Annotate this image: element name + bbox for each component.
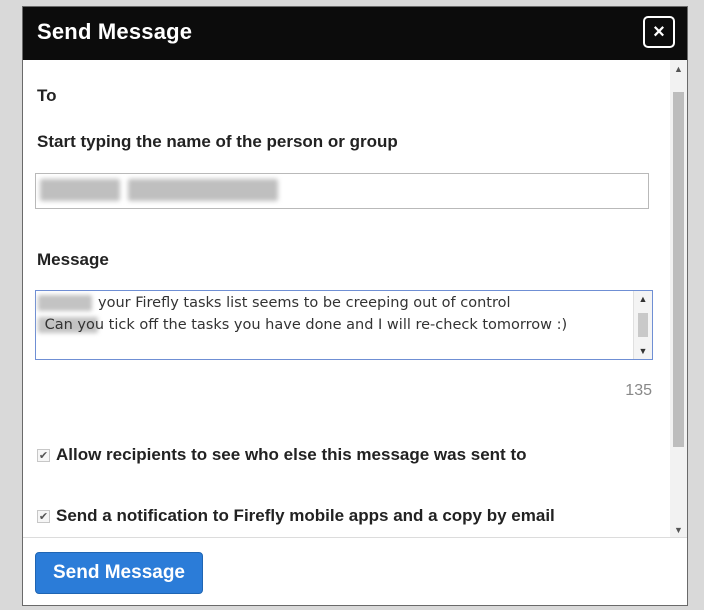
checkbox-label: Send a notification to Firefly mobile ap… <box>56 506 555 525</box>
to-hint-label: Start typing the name of the person or g… <box>37 132 398 151</box>
allow-recipients-checkbox-row[interactable]: ✔ Allow recipients to see who else this … <box>37 445 527 465</box>
close-icon: × <box>653 20 665 43</box>
send-message-dialog: Send Message × To Start typing the name … <box>22 6 688 606</box>
dialog-scrollbar[interactable]: ▲ ▼ <box>670 60 687 537</box>
dialog-title: Send Message <box>37 19 193 44</box>
checkbox[interactable]: ✔ <box>37 448 50 462</box>
message-scrollbar[interactable]: ▲ ▼ <box>633 291 652 359</box>
character-counter: 135 <box>625 382 652 399</box>
dialog-footer: Send Message <box>23 537 687 605</box>
checkbox[interactable]: ✔ <box>37 509 50 523</box>
scroll-down-arrow-icon[interactable]: ▼ <box>670 525 687 535</box>
dialog-content: To Start typing the name of the person o… <box>23 60 670 537</box>
scroll-up-arrow-icon[interactable]: ▲ <box>634 294 652 304</box>
dialog-titlebar: Send Message × <box>23 7 687 60</box>
message-text: your Firefly tasks list seems to be cree… <box>44 295 568 333</box>
checkbox-label: Allow recipients to see who else this me… <box>56 445 527 464</box>
close-button[interactable]: × <box>643 16 675 48</box>
scroll-down-arrow-icon[interactable]: ▼ <box>634 346 652 356</box>
dialog-scroll-thumb[interactable] <box>673 92 684 447</box>
message-label: Message <box>37 250 109 269</box>
send-notification-checkbox-row[interactable]: ✔ Send a notification to Firefly mobile … <box>37 506 555 526</box>
message-scroll-thumb[interactable] <box>638 313 648 337</box>
recipient-chip-redacted <box>40 179 120 201</box>
scroll-up-arrow-icon[interactable]: ▲ <box>670 64 687 74</box>
message-textarea[interactable]: your Firefly tasks list seems to be cree… <box>35 290 653 360</box>
send-message-button[interactable]: Send Message <box>35 552 203 594</box>
recipient-chip-redacted <box>128 179 278 201</box>
recipient-input[interactable] <box>35 173 649 209</box>
to-label: To <box>37 86 57 105</box>
